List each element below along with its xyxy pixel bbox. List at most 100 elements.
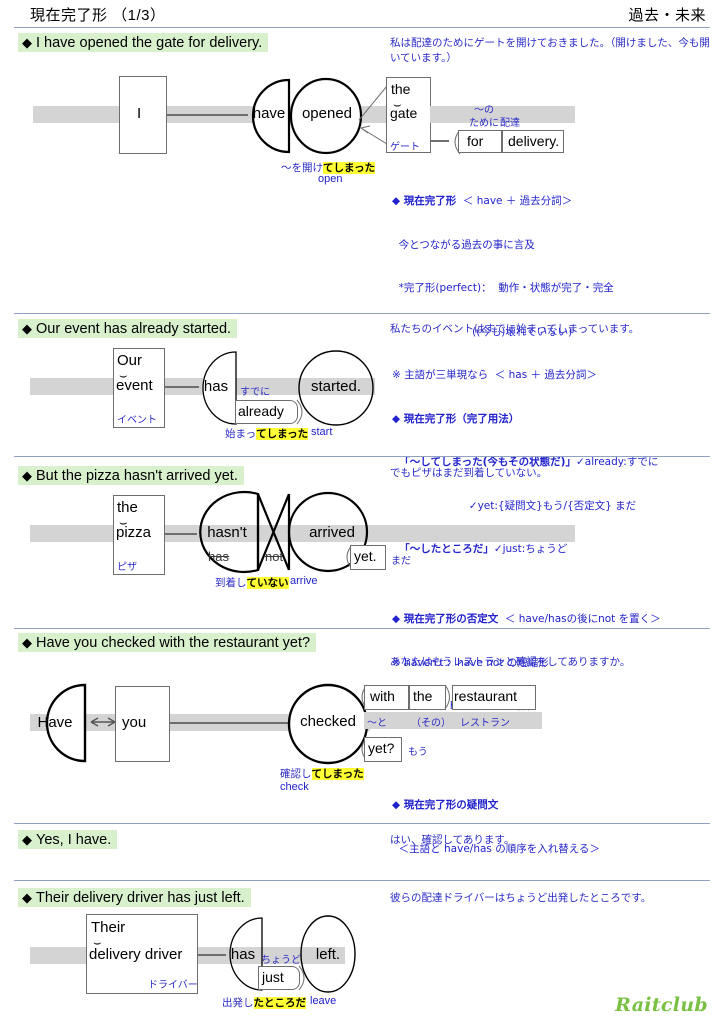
verb-annotation-2: 始まってしまった [225, 426, 309, 441]
divider-3 [14, 628, 710, 629]
sentence-text-1: I have opened the gate for delivery. [36, 35, 263, 51]
sentence-text-2: Our event has already started. [36, 321, 232, 337]
section-heading-5: ◆ Yes, I have. [18, 830, 118, 849]
object-connector-lines-1 [358, 85, 388, 145]
object-jp-1: ゲート [390, 142, 420, 153]
ann-plain-2: 始まっ [225, 428, 257, 440]
translation-5: はい、確認してあります。 [390, 834, 515, 846]
connector-1b [431, 140, 449, 142]
subject-noun-6: delivery driver [89, 946, 183, 963]
verb-annotation-4: 確認してしまった [280, 766, 364, 781]
subject-det-3: the [117, 499, 138, 516]
ann-highlight-2: てしまった [256, 428, 309, 440]
sentence-text-6: Their delivery driver has just left. [36, 890, 245, 906]
adverb-jp-4: もう [408, 747, 428, 758]
divider-4 [14, 823, 710, 824]
object-noun-1: gate [390, 105, 418, 121]
adverb-text-3: yet. [354, 548, 377, 564]
aux-text-3: hasn't [207, 524, 247, 541]
explain-line: 「〜したところだ」✓just:ちょうど [392, 543, 568, 555]
subject-noun-3: pizza [116, 524, 152, 541]
swap-arrow-icon [90, 717, 116, 727]
adverb-text-4: yet? [368, 740, 395, 756]
connector-3 [165, 533, 197, 535]
sentence-text-4: Have you checked with the restaurant yet… [36, 635, 311, 651]
divider-2 [14, 456, 710, 457]
ann-plain-6: 出発し [222, 997, 254, 1009]
divider-5 [14, 880, 710, 881]
aux-text-1: have [252, 105, 286, 122]
explanation-4: ◆ 現在完了形の疑問文 ＜主語と have/has の順序を入れ替える＞ [392, 769, 724, 885]
connector-4 [170, 722, 292, 724]
main-verb-text-6: left. [315, 946, 341, 963]
subject-text-1: I [137, 105, 142, 122]
explain-line: 今とつながる過去の事に言及 [392, 238, 535, 251]
translation-3: でもピザはまだ到着していない。 [390, 467, 548, 479]
page-header: 現在完了形 （1/3） 過去・未来 [0, 0, 724, 28]
subject-det-2: Our [117, 352, 143, 369]
sentence-text-3: But the pizza hasn't arrived yet. [36, 468, 238, 484]
diamond-bullet-icon: ◆ [22, 890, 32, 905]
adverb-jp-3: まだ [391, 556, 411, 567]
verb-base-4: check [280, 781, 309, 793]
prep-text-4: with [370, 688, 395, 704]
ann-plain-1: 〜を開け [281, 162, 323, 174]
aux-text-2: has [203, 378, 229, 395]
explain-line: ◆ 現在完了形 ＜ have ＋ 過去分詞＞ [392, 195, 573, 207]
explain-line: *完了形(perfect)： 動作・状態が完了・完全 [392, 282, 614, 294]
diamond-bullet-icon: ◆ [22, 321, 32, 336]
explain-line: ◆ 現在完了形の疑問文 [392, 799, 499, 811]
verb-base-3: arrive [290, 575, 318, 587]
ann-highlight-6: たところだ [253, 997, 306, 1009]
explain-line: ✓yet:{疑問文}もう/{否定文} まだ [392, 499, 637, 512]
main-verb-text-2: started. [310, 378, 362, 395]
page-title: 現在完了形 （1/3） [30, 7, 166, 24]
prep-obj-text-1: delivery. [508, 133, 560, 149]
subject-noun-2: event [116, 377, 153, 394]
object-det-1: the [391, 81, 411, 97]
aux-expand-1-3: has [208, 549, 229, 564]
verb-base-1: open [318, 173, 343, 185]
translation-6: 彼らの配達ドライバーはちょうど出発したところです。 [390, 892, 652, 904]
subject-det-6: Their [91, 919, 126, 936]
worksheet-page: 現在完了形 （1/3） 過去・未来 ◆ I have opened the gat… [0, 0, 724, 1024]
baseline-4b [364, 712, 542, 729]
prep-jp-4c: レストラン [460, 718, 510, 729]
subject-jp-6: ドライバー [148, 980, 198, 991]
ann-plain-4: 確認し [280, 768, 312, 780]
subject-text-4: you [122, 714, 147, 731]
diamond-bullet-icon: ◆ [22, 832, 32, 847]
adverb-text-2: already [238, 403, 284, 419]
main-verb-text-3: arrived [309, 524, 355, 541]
connector-6 [197, 954, 226, 956]
verb-base-6: leave [310, 995, 337, 1007]
section-heading-2: ◆ Our event has already started. [18, 319, 238, 338]
explain-line: ◆ 現在完了形の否定文 ＜ have/hasの後にnot を置く＞ [392, 613, 661, 625]
explanation-1: ◆ 現在完了形 ＜ have ＋ 過去分詞＞ 今とつながる過去の事に言及 *完了… [392, 165, 724, 586]
main-verb-text-4: checked [300, 713, 356, 730]
sentence-text-5: Yes, I have. [36, 832, 112, 848]
site-logo: Raitclub [615, 994, 708, 1016]
section-heading-4: ◆ Have you checked with the restaurant ye… [18, 633, 317, 652]
prep-jp-4b: （その） [411, 718, 451, 729]
explain-line: ※ 主語が三単現なら ＜ has ＋ 過去分詞＞ [392, 369, 597, 381]
prep-jp-4a: 〜と [367, 718, 387, 729]
ann-highlight-4: てしまった [311, 768, 364, 780]
translation-4: あなたはもうレストランと確認をしてありますか。 [390, 656, 631, 668]
adverb-jp-6: ちょうど [261, 955, 301, 966]
adverb-text-6: just [262, 969, 284, 985]
connector-1 [167, 114, 248, 116]
aux-text-4: Have [37, 714, 73, 731]
diamond-bullet-icon: ◆ [22, 468, 32, 483]
verb-base-2: start [311, 426, 333, 438]
section-heading-1: ◆ I have opened the gate for delivery. [18, 33, 269, 52]
section-heading-3: ◆ But the pizza hasn't arrived yet. [18, 466, 244, 485]
aux-text-6: has [230, 946, 256, 963]
section-heading-6: ◆ Their delivery driver has just left. [18, 888, 251, 907]
translation-2: 私たちのイベントはすでに始まってしまっています。 [390, 323, 640, 335]
main-verb-text-1: opened [301, 105, 353, 122]
diamond-bullet-icon: ◆ [22, 635, 32, 650]
diamond-bullet-icon: ◆ [22, 35, 32, 50]
prep-text-1: for [467, 133, 484, 149]
divider-header [14, 27, 710, 28]
